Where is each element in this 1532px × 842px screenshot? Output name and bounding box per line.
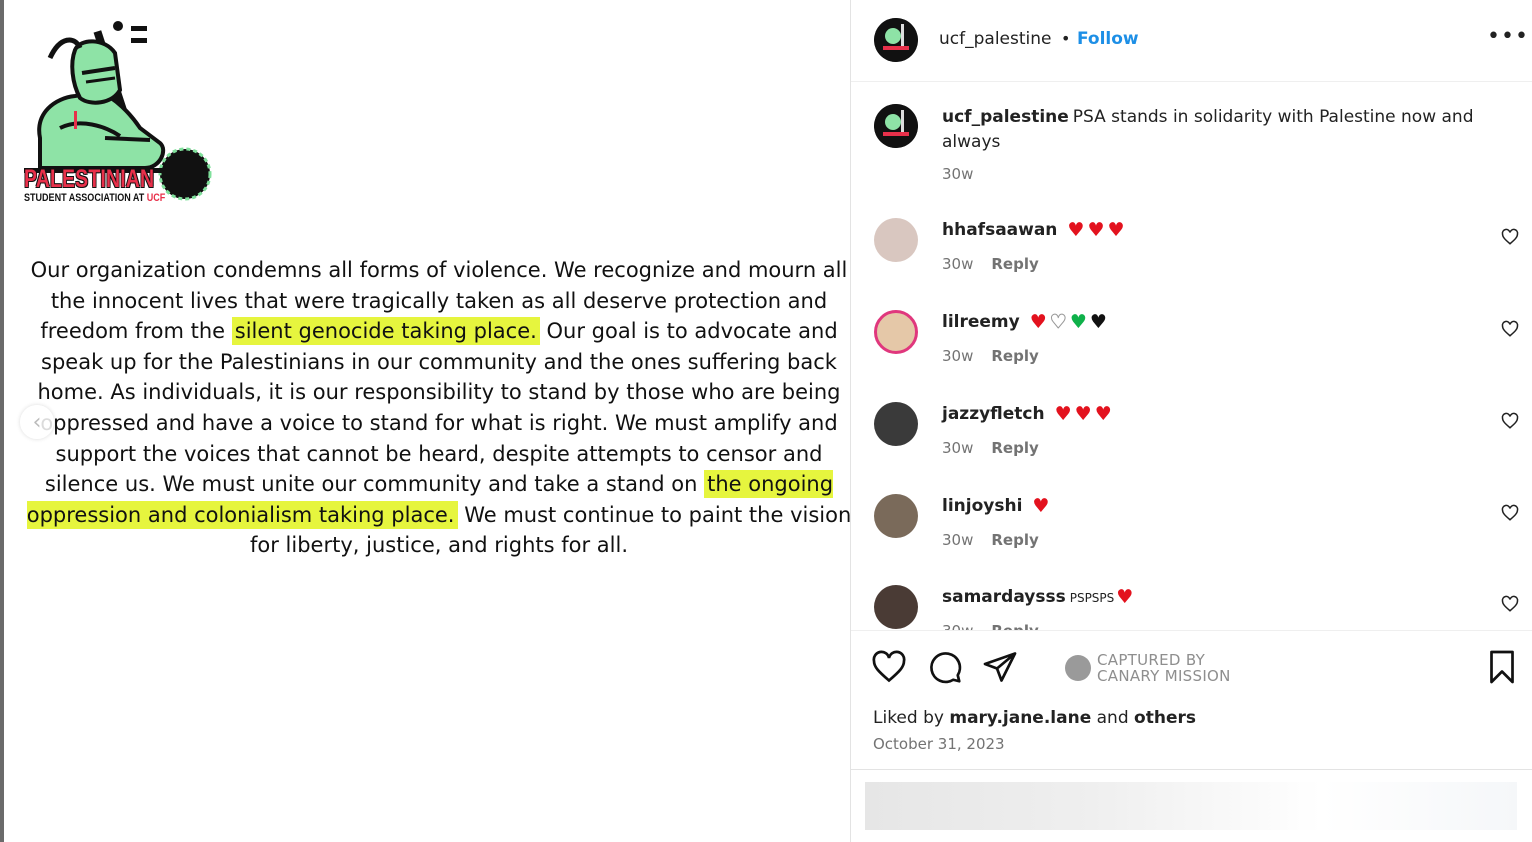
like-comment-heart-icon[interactable]	[1501, 504, 1519, 522]
post-image: PALESTINIAN STUDENT ASSOCIATION AT UCF O…	[4, 0, 850, 842]
reply-link[interactable]: Reply	[991, 347, 1038, 365]
heart-icon[interactable]	[871, 649, 907, 685]
like-comment-heart-icon[interactable]	[1501, 228, 1519, 246]
avatar[interactable]	[874, 218, 918, 262]
comment-text: PSPSPS	[1069, 591, 1115, 605]
comment-meta: 30wReply	[942, 439, 1039, 457]
comment-row: lilreemy ♥♥♥♥ 30w Reply	[851, 310, 1532, 402]
heart-emojis: ♥♥♥♥	[1029, 311, 1110, 334]
heart-emojis: ♥♥♥	[1054, 403, 1115, 425]
previous-slide-button[interactable]: ‹	[20, 405, 54, 439]
share-icon[interactable]	[982, 649, 1018, 685]
reply-link[interactable]: Reply	[991, 439, 1038, 457]
caption-timestamp: 30w	[942, 165, 974, 183]
reply-link[interactable]: Reply	[991, 531, 1038, 549]
post-date: October 31, 2023	[873, 735, 1005, 753]
comment-username[interactable]: jazzyfletch ♥♥♥	[942, 403, 1115, 425]
like-comment-heart-icon[interactable]	[1501, 320, 1519, 338]
comment-row: jazzyfletch ♥♥♥ 30w Reply	[851, 402, 1532, 494]
avatar[interactable]	[874, 104, 918, 148]
others-link[interactable]: others	[1134, 708, 1196, 728]
comment-meta: 30wReply	[942, 255, 1039, 273]
bookmark-icon[interactable]	[1484, 649, 1520, 685]
comment-meta: 30wReply	[942, 622, 1039, 630]
caption-username[interactable]: ucf_palestine	[942, 107, 1069, 127]
comment-username[interactable]: linjoyshi ♥	[942, 495, 1052, 517]
header-username[interactable]: ucf_palestine	[939, 29, 1051, 49]
comment-username[interactable]: lilreemy ♥♥♥♥	[942, 311, 1110, 334]
like-comment-heart-icon[interactable]	[1501, 595, 1519, 613]
more-options-icon[interactable]: •••	[1487, 24, 1529, 49]
separator-dot: •	[1061, 29, 1071, 48]
avatar[interactable]	[874, 18, 918, 62]
avatar[interactable]	[874, 310, 918, 354]
like-comment-heart-icon[interactable]	[1501, 412, 1519, 430]
comment-row: samardaysssPSPSPS♥ 30wReply	[851, 585, 1532, 630]
heart-emojis: ♥	[1116, 586, 1137, 608]
add-comment-input[interactable]	[865, 782, 1517, 830]
highlight-genocide: silent genocide taking place.	[231, 317, 540, 346]
canary-bird-icon	[1065, 655, 1091, 681]
comment-username[interactable]: hhafsaawan ♥♥♥	[942, 219, 1128, 241]
comment-row: hhafsaawan ♥♥♥ 30w Reply	[851, 218, 1532, 310]
avatar[interactable]	[874, 494, 918, 538]
comment-meta: 30wReply	[942, 347, 1039, 365]
post-actions: CAPTURED BY CANARY MISSION Liked by mary.…	[851, 630, 1532, 770]
comment-icon[interactable]	[927, 649, 963, 685]
likes-summary: Liked by mary.jane.lane and others	[873, 708, 1196, 728]
comment-username[interactable]: samardaysss PSPSPS ♥	[942, 586, 1136, 608]
caption-text: ucf_palestine PSA stands in solidarity wi…	[942, 107, 1474, 152]
comment-row: linjoyshi ♥ 30w Reply	[851, 494, 1532, 586]
liked-by-user-link[interactable]: mary.jane.lane	[949, 708, 1091, 728]
avatar[interactable]	[874, 402, 918, 446]
heart-emojis: ♥♥♥	[1067, 219, 1128, 241]
canary-mission-watermark: CAPTURED BY CANARY MISSION	[1063, 649, 1283, 685]
chevron-left-icon: ‹	[32, 409, 42, 435]
logo-wordmark: PALESTINIAN	[24, 165, 155, 193]
post-header: ucf_palestine • Follow •••	[851, 0, 1532, 82]
statement-text: Our organization condemns all forms of v…	[26, 258, 850, 558]
reply-link[interactable]: Reply	[991, 622, 1038, 630]
heart-emojis: ♥	[1032, 495, 1053, 517]
avatar[interactable]	[874, 585, 918, 629]
post-side-panel: ucf_palestine • Follow ••• ucf_palestine…	[850, 0, 1532, 842]
comments-list[interactable]: ucf_palestine PSA stands in solidarity wi…	[851, 82, 1532, 630]
reply-link[interactable]: Reply	[991, 255, 1038, 273]
follow-button[interactable]: Follow	[1077, 29, 1139, 49]
comment-meta: 30wReply	[942, 531, 1039, 549]
logo-subtitle: STUDENT ASSOCIATION AT UCF	[24, 192, 166, 204]
